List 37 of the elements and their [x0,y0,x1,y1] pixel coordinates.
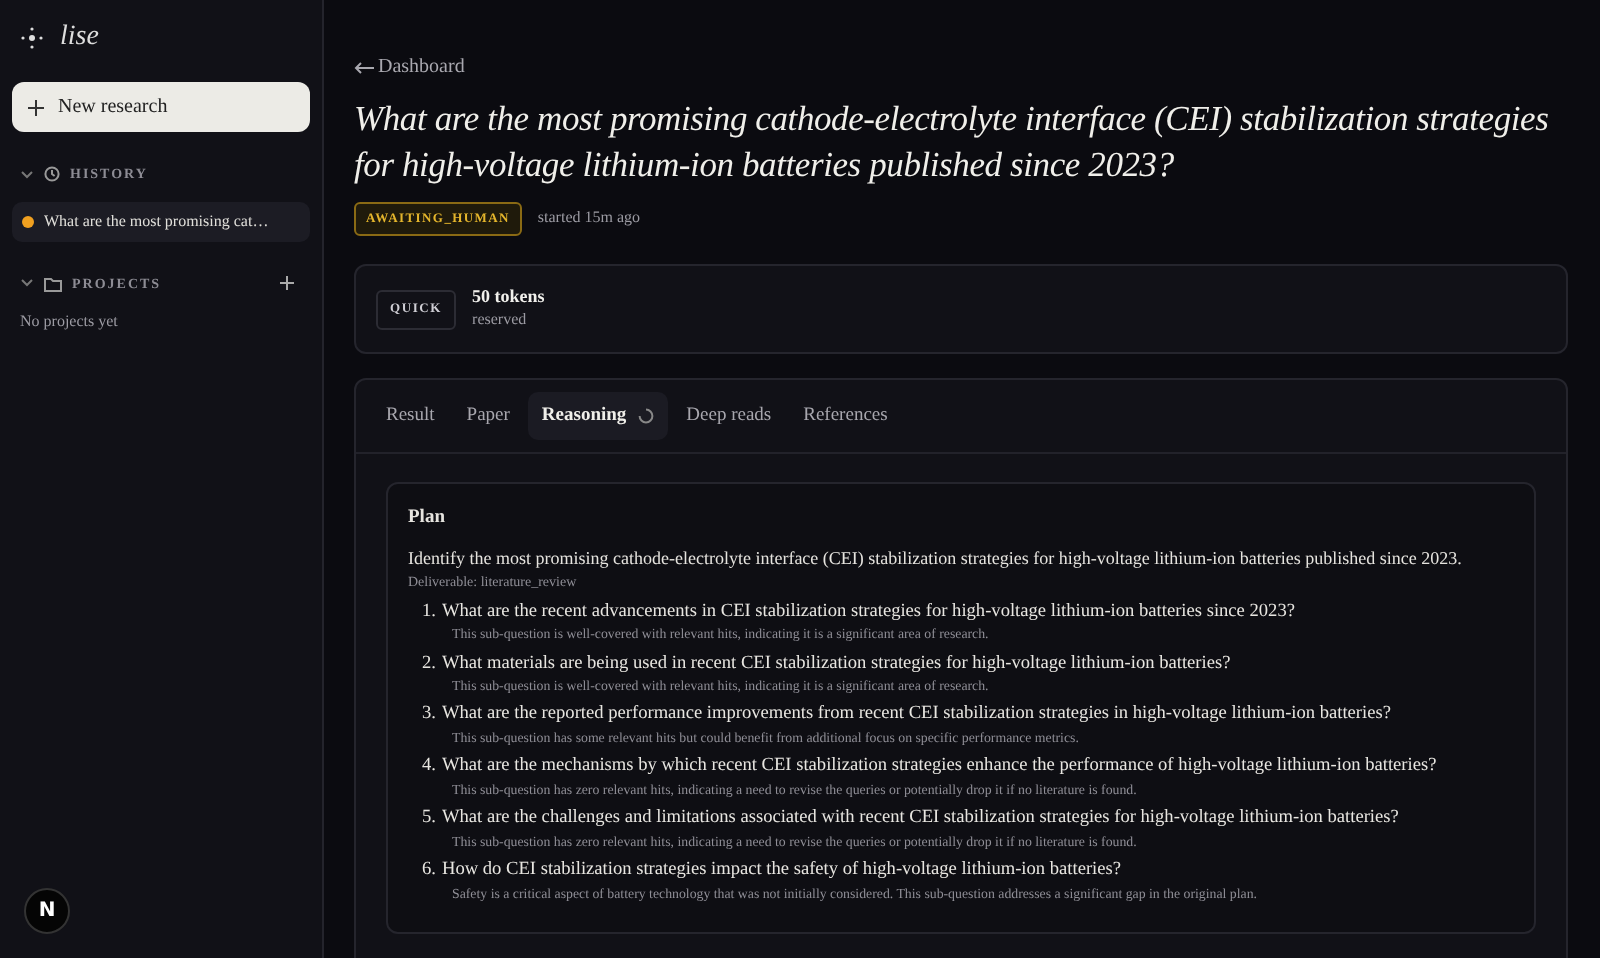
question-number: 1. [420,601,436,625]
token-count: 50 tokens [472,286,545,309]
plan-heading: Plan [408,506,447,533]
back-arrow-icon [354,61,374,74]
sub-question: What materials are being used in recent CEI stabilization strategies for high-voltage lithium-ion batteries? [442,653,1231,677]
sub-question: What are the reported performance improvements from recent CEI stabilization strategies in high-voltage lithium-ion batteries? [442,704,1391,729]
tab[interactable]: References [789,392,902,441]
question-number: 6. [420,860,436,884]
tab[interactable]: Paper [452,392,524,441]
question-number: 2. [420,653,436,677]
new-research-button[interactable]: New research [12,82,310,132]
back-link[interactable]: Dashboard [354,56,465,78]
page-title: What are the most promising cathode-electrolyte interface (CEI) stabilization strategies for high-voltage lithium-ion batteries published since 2023? [354,96,1551,187]
dev-badge[interactable]: N [24,888,70,934]
folder-icon [44,275,62,292]
plan-objective: Identify the most promising cathode-electrolyte interface (CEI) stabilization strategies for high-voltage lithium-ion batteries published since 2023. [408,545,1464,572]
sub-question: What are the challenges and limitations associated with recent CEI stabilization strategies for high-voltage lithium-ion batteries? [442,808,1399,833]
clock-icon [44,166,60,183]
tab[interactable]: Deep reads [672,392,786,441]
sub-question: How do CEI stabilization strategies impact the safety of high-voltage lithium-ion batteries? [442,860,1122,884]
question-number: 5. [420,808,436,833]
token-note: reserved [472,308,529,333]
sub-question: What are the recent advancements in CEI stabilization strategies for high-voltage lithium-ion batteries since 2023? [442,601,1295,625]
sub-question: What are the mechanisms by which recent CEI stabilization strategies enhance the performance of high-voltage lithium-ion batteries? [442,756,1437,781]
started-time: started 15m ago [537,206,641,231]
question-number: 3. [420,704,436,729]
tab[interactable]: Reasoning [527,392,669,441]
add-icon[interactable] [280,276,294,291]
tab[interactable]: Result [372,392,449,441]
chevron-icon[interactable] [20,278,34,289]
history-item[interactable]: What are the most promising cat… [12,201,310,241]
chevron-icon[interactable] [20,169,34,180]
plus-icon [28,99,44,115]
logo-icon [20,25,44,49]
app-name: lise [60,20,99,56]
question-number: 4. [420,756,436,781]
empty-message: No projects yet [18,310,120,334]
